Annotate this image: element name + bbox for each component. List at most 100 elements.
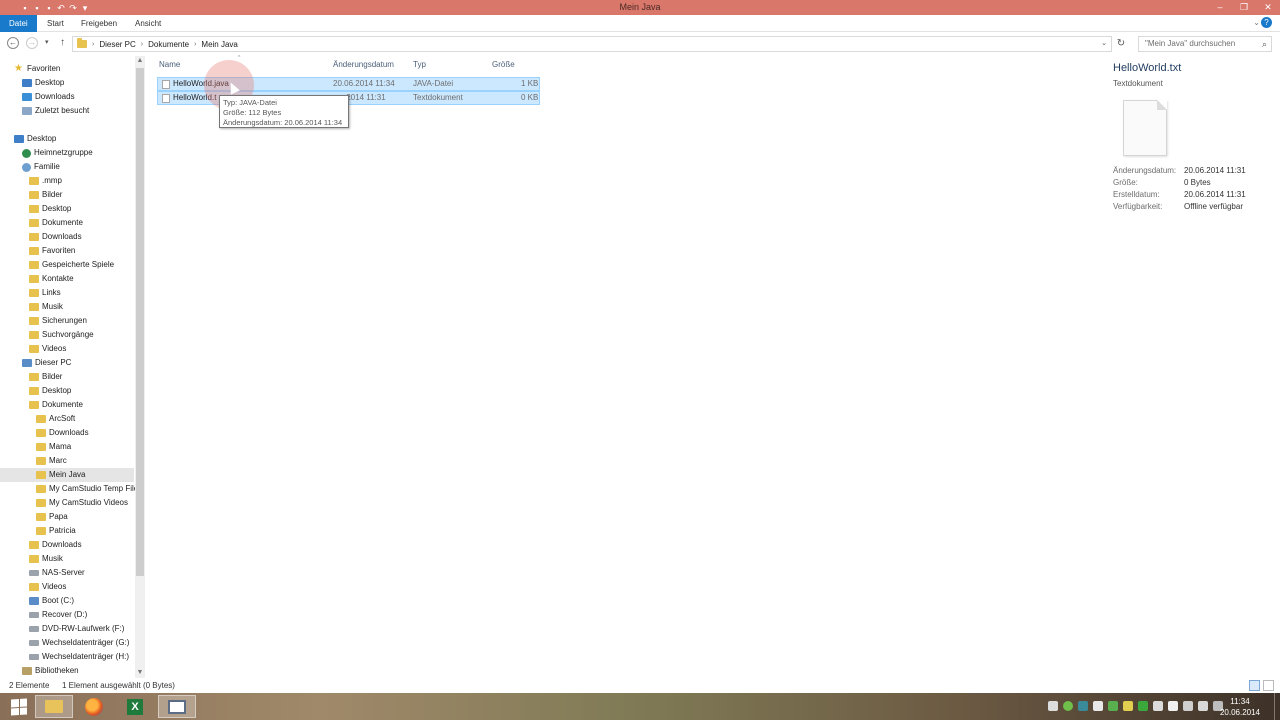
nav-item-downloads[interactable]: Downloads	[22, 90, 75, 104]
nav-item-favoriten[interactable]: ★ Favoriten	[14, 62, 60, 76]
tray-icon[interactable]	[1048, 701, 1058, 711]
tray-icon[interactable]	[1078, 701, 1088, 711]
show-desktop-button[interactable]	[1274, 693, 1280, 720]
nav-item-dvd-f[interactable]: DVD-RW-Laufwerk (F:)	[29, 622, 124, 636]
nav-item-downloads-pc[interactable]: Downloads	[29, 538, 82, 552]
tray-icon[interactable]	[1153, 701, 1163, 711]
nav-item-suchvorgaenge[interactable]: Suchvorgänge	[29, 328, 94, 342]
large-icons-view-icon[interactable]	[1263, 680, 1274, 691]
folder-icon	[29, 289, 39, 297]
nav-item-marc[interactable]: Marc	[36, 454, 67, 468]
nav-item-bilder-pc[interactable]: Bilder	[29, 370, 62, 384]
nav-item-camstudio-videos[interactable]: My CamStudio Videos	[36, 496, 128, 510]
tray-icon[interactable]	[1063, 701, 1073, 711]
breadcrumb-separator-icon[interactable]: ›	[194, 41, 196, 48]
help-icon[interactable]: ?	[1261, 17, 1272, 28]
taskbar-camstudio[interactable]	[158, 695, 196, 718]
nav-item-boot-c[interactable]: Boot (C:)	[29, 594, 74, 608]
minimize-button[interactable]: –	[1214, 1, 1226, 13]
start-button[interactable]	[0, 695, 38, 718]
nav-item-bibliotheken[interactable]: Bibliotheken	[22, 664, 79, 678]
breadcrumb-dieser-pc[interactable]: Dieser PC	[99, 40, 135, 49]
taskbar-excel[interactable]: X	[116, 695, 154, 718]
refresh-icon[interactable]: ↻	[1114, 37, 1128, 51]
flag-icon[interactable]	[1168, 701, 1178, 711]
tray-icon[interactable]	[1093, 701, 1103, 711]
nav-item-patricia[interactable]: Patricia	[36, 524, 76, 538]
breadcrumb-mein-java[interactable]: Mein Java	[201, 40, 237, 49]
tab-datei[interactable]: Datei	[0, 15, 37, 32]
close-button[interactable]: ✕	[1262, 1, 1274, 13]
column-header-type[interactable]: Typ	[413, 58, 426, 72]
nav-item-mein-java[interactable]: Mein Java	[0, 468, 134, 482]
nav-item-nas-server[interactable]: NAS-Server	[29, 566, 85, 580]
column-header-name[interactable]: Name	[159, 58, 180, 72]
nav-item-desktop[interactable]: Desktop	[22, 76, 64, 90]
scroll-down-icon[interactable]: ▼	[135, 668, 145, 678]
nav-item-camstudio-temp[interactable]: My CamStudio Temp Files	[36, 482, 142, 496]
network-icon[interactable]	[1183, 701, 1193, 711]
nav-item-desktop-root[interactable]: Desktop	[14, 132, 56, 146]
nav-scrollbar[interactable]: ▲ ▼	[135, 56, 145, 678]
search-icon[interactable]: ⌕	[1262, 37, 1267, 51]
expand-ribbon-icon[interactable]: ⌄	[1253, 18, 1260, 27]
nav-item-dokumente-familie[interactable]: Dokumente	[29, 216, 83, 230]
back-button[interactable]: ←	[7, 37, 19, 49]
nav-item-musik-pc[interactable]: Musik	[29, 552, 63, 566]
nav-item-dieser-pc[interactable]: Dieser PC	[22, 356, 71, 370]
nav-item-bilder[interactable]: Bilder	[29, 188, 62, 202]
homegroup-icon	[22, 148, 31, 158]
maximize-button[interactable]: ❐	[1238, 1, 1250, 13]
nav-item-kontakte[interactable]: Kontakte	[29, 272, 74, 286]
breadcrumb-dokumente[interactable]: Dokumente	[148, 40, 189, 49]
address-bar[interactable]: › Dieser PC › Dokumente › Mein Java ⌄	[72, 36, 1112, 52]
nav-item-heimnetzgruppe[interactable]: Heimnetzgruppe	[22, 146, 93, 160]
column-header-size[interactable]: Größe	[492, 58, 515, 72]
breadcrumb-separator-icon[interactable]: ›	[92, 41, 94, 48]
nav-item-links[interactable]: Links	[29, 286, 61, 300]
nav-item-zuletzt-besucht[interactable]: Zuletzt besucht	[22, 104, 89, 118]
folder-icon	[29, 191, 39, 199]
forward-button[interactable]: →	[26, 37, 38, 49]
nav-item-removable-h[interactable]: Wechseldatenträger (H:)	[29, 650, 129, 664]
nav-item-mmp[interactable]: .mmp	[29, 174, 62, 188]
tray-icon[interactable]	[1123, 701, 1133, 711]
nav-item-desktop-familie[interactable]: Desktop	[29, 202, 71, 216]
file-size: 0 KB	[521, 93, 539, 102]
taskbar-explorer[interactable]	[35, 695, 73, 718]
up-button[interactable]: ↑	[60, 37, 65, 48]
nav-item-musik-familie[interactable]: Musik	[29, 300, 63, 314]
taskbar-firefox[interactable]	[75, 695, 113, 718]
nav-item-favoriten-familie[interactable]: Favoriten	[29, 244, 75, 258]
nav-item-desktop-pc[interactable]: Desktop	[29, 384, 71, 398]
nav-item-papa[interactable]: Papa	[36, 510, 68, 524]
nav-item-recover-d[interactable]: Recover (D:)	[29, 608, 87, 622]
nav-item-gespeicherte-spiele[interactable]: Gespeicherte Spiele	[29, 258, 114, 272]
scroll-up-icon[interactable]: ▲	[135, 56, 145, 66]
address-dropdown-icon[interactable]: ⌄	[1101, 39, 1107, 47]
recent-locations-icon[interactable]: ▾	[45, 38, 49, 46]
breadcrumb-separator-icon[interactable]: ›	[141, 41, 143, 48]
nav-item-familie[interactable]: Familie	[22, 160, 60, 174]
nav-item-dokumente-pc[interactable]: Dokumente	[29, 398, 83, 412]
volume-icon[interactable]	[1198, 701, 1208, 711]
nav-item-removable-g[interactable]: Wechseldatenträger (G:)	[29, 636, 129, 650]
column-header-date[interactable]: Änderungsdatum	[333, 58, 394, 72]
nav-item-arcsoft[interactable]: ArcSoft	[36, 412, 75, 426]
nav-item-downloads-familie[interactable]: Downloads	[29, 230, 82, 244]
tab-start[interactable]: Start	[38, 15, 73, 32]
taskbar-clock[interactable]: 11:34 20.06.2014	[1220, 696, 1260, 718]
tray-icon[interactable]	[1108, 701, 1118, 711]
nav-item-sicherungen[interactable]: Sicherungen	[29, 314, 87, 328]
tab-freigeben[interactable]: Freigeben	[72, 15, 126, 32]
nav-item-videos-familie[interactable]: Videos	[29, 342, 66, 356]
nav-item-downloads-dokumente[interactable]: Downloads	[36, 426, 89, 440]
nav-item-videos-pc[interactable]: Videos	[29, 580, 66, 594]
file-type: JAVA-Datei	[413, 79, 454, 88]
nav-item-mama[interactable]: Mama	[36, 440, 71, 454]
details-view-icon[interactable]	[1249, 680, 1260, 691]
search-input[interactable]: "Mein Java" durchsuchen ⌕	[1138, 36, 1272, 52]
tab-ansicht[interactable]: Ansicht	[126, 15, 170, 32]
scrollbar-thumb[interactable]	[136, 68, 144, 576]
tray-icon[interactable]	[1138, 701, 1148, 711]
